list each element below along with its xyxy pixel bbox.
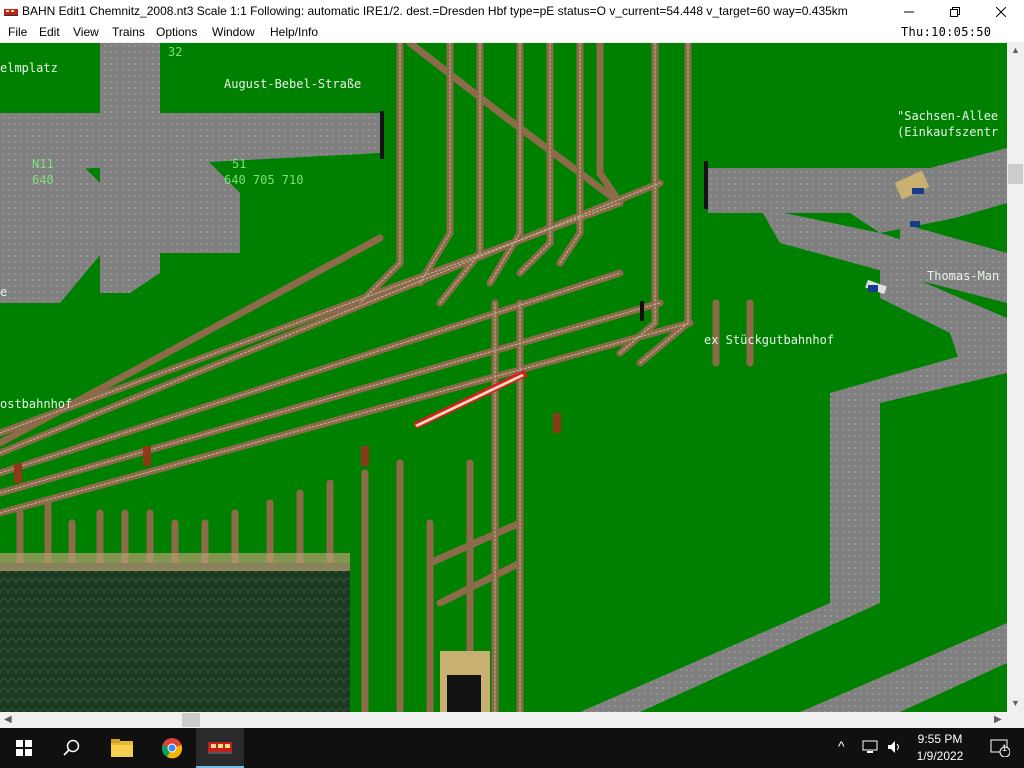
train-ire1-2[interactable] [413,370,528,429]
bahn-app-icon [4,9,18,16]
windows-start-icon [16,740,32,756]
track-map[interactable] [0,43,1007,712]
menu-view[interactable]: View [73,25,99,39]
scroll-left-icon[interactable]: ◀ [4,714,12,725]
chrome-button[interactable] [148,728,196,768]
bahn-app-icon [208,742,232,754]
label-stueckgutbahnhof: ex Stückgutbahnhof [704,333,835,347]
search-icon [63,739,80,756]
label-ostbahnhof: ostbahnhof [0,397,73,411]
minimize-icon [904,11,914,13]
scrollbar-corner [1007,712,1024,728]
scroll-down-icon[interactable]: ▼ [1011,698,1020,708]
menu-trains[interactable]: Trains [112,25,145,39]
scroll-up-icon[interactable]: ▲ [1011,45,1020,55]
simulation-clock: Thu:10:05:50 [901,25,992,39]
line-number-n11: N11 [32,157,54,171]
chevron-up-icon[interactable]: ^ [838,738,845,754]
taskbar-date[interactable]: 1/9/2022 [900,749,980,763]
track-map-canvas[interactable]: elmplatz August-Bebel-Straße "Sachsen-Al… [0,43,1007,712]
line-number-640-705-710: 640 705 710 [224,173,304,187]
network-icon[interactable] [862,740,878,754]
menu-bar: File Edit View Trains Options Window Hel… [0,24,1024,43]
label-august-bebel: August-Bebel-Straße [224,77,362,91]
bahn-taskbar-button[interactable] [196,728,244,768]
minimize-button[interactable] [886,0,932,24]
maximize-button[interactable] [932,0,978,24]
line-number-640: 640 [32,173,54,187]
scroll-right-icon[interactable]: ▶ [994,714,1002,725]
horizontal-scrollbar[interactable]: ◀ ▶ [0,712,1007,728]
notification-center-button[interactable]: 1 [976,728,1024,768]
horizontal-scroll-thumb[interactable] [182,713,200,727]
line-number-32: 32 [168,45,183,59]
title-bar[interactable]: BAHN Edit1 Chemnitz_2008.nt3 Scale 1:1 F… [0,0,1024,24]
taskbar-time[interactable]: 9:55 PM [900,732,980,746]
file-explorer-button[interactable] [98,728,146,768]
close-icon [996,7,1006,17]
vertical-scrollbar[interactable]: ▲ ▼ [1007,43,1024,712]
label-einkaufszentrum: (Einkaufszentr [897,125,999,139]
label-e: e [0,285,8,299]
start-button[interactable] [0,728,48,768]
file-explorer-icon [111,739,133,757]
close-button[interactable] [978,0,1024,24]
line-number-51: 51 [232,157,247,171]
search-button[interactable] [48,728,96,768]
notification-count: 1 [1002,743,1008,753]
restore-icon [950,7,960,17]
label-platz: elmplatz [0,61,58,75]
taskbar: ^ 9:55 PM 1/9/2022 1 [0,728,1024,768]
menu-file[interactable]: File [8,25,27,39]
label-thomas-mann: Thomas-Man [927,269,1000,283]
menu-edit[interactable]: Edit [39,25,60,39]
menu-help[interactable]: Help/Info [270,25,318,39]
vertical-scroll-thumb[interactable] [1008,164,1023,184]
menu-options[interactable]: Options [156,25,197,39]
label-sachsen-allee: "Sachsen-Allee [897,109,999,123]
roads-right [580,148,1007,712]
chrome-icon [161,738,183,759]
menu-window[interactable]: Window [212,25,255,39]
window-title: BAHN Edit1 Chemnitz_2008.nt3 Scale 1:1 F… [22,4,848,18]
